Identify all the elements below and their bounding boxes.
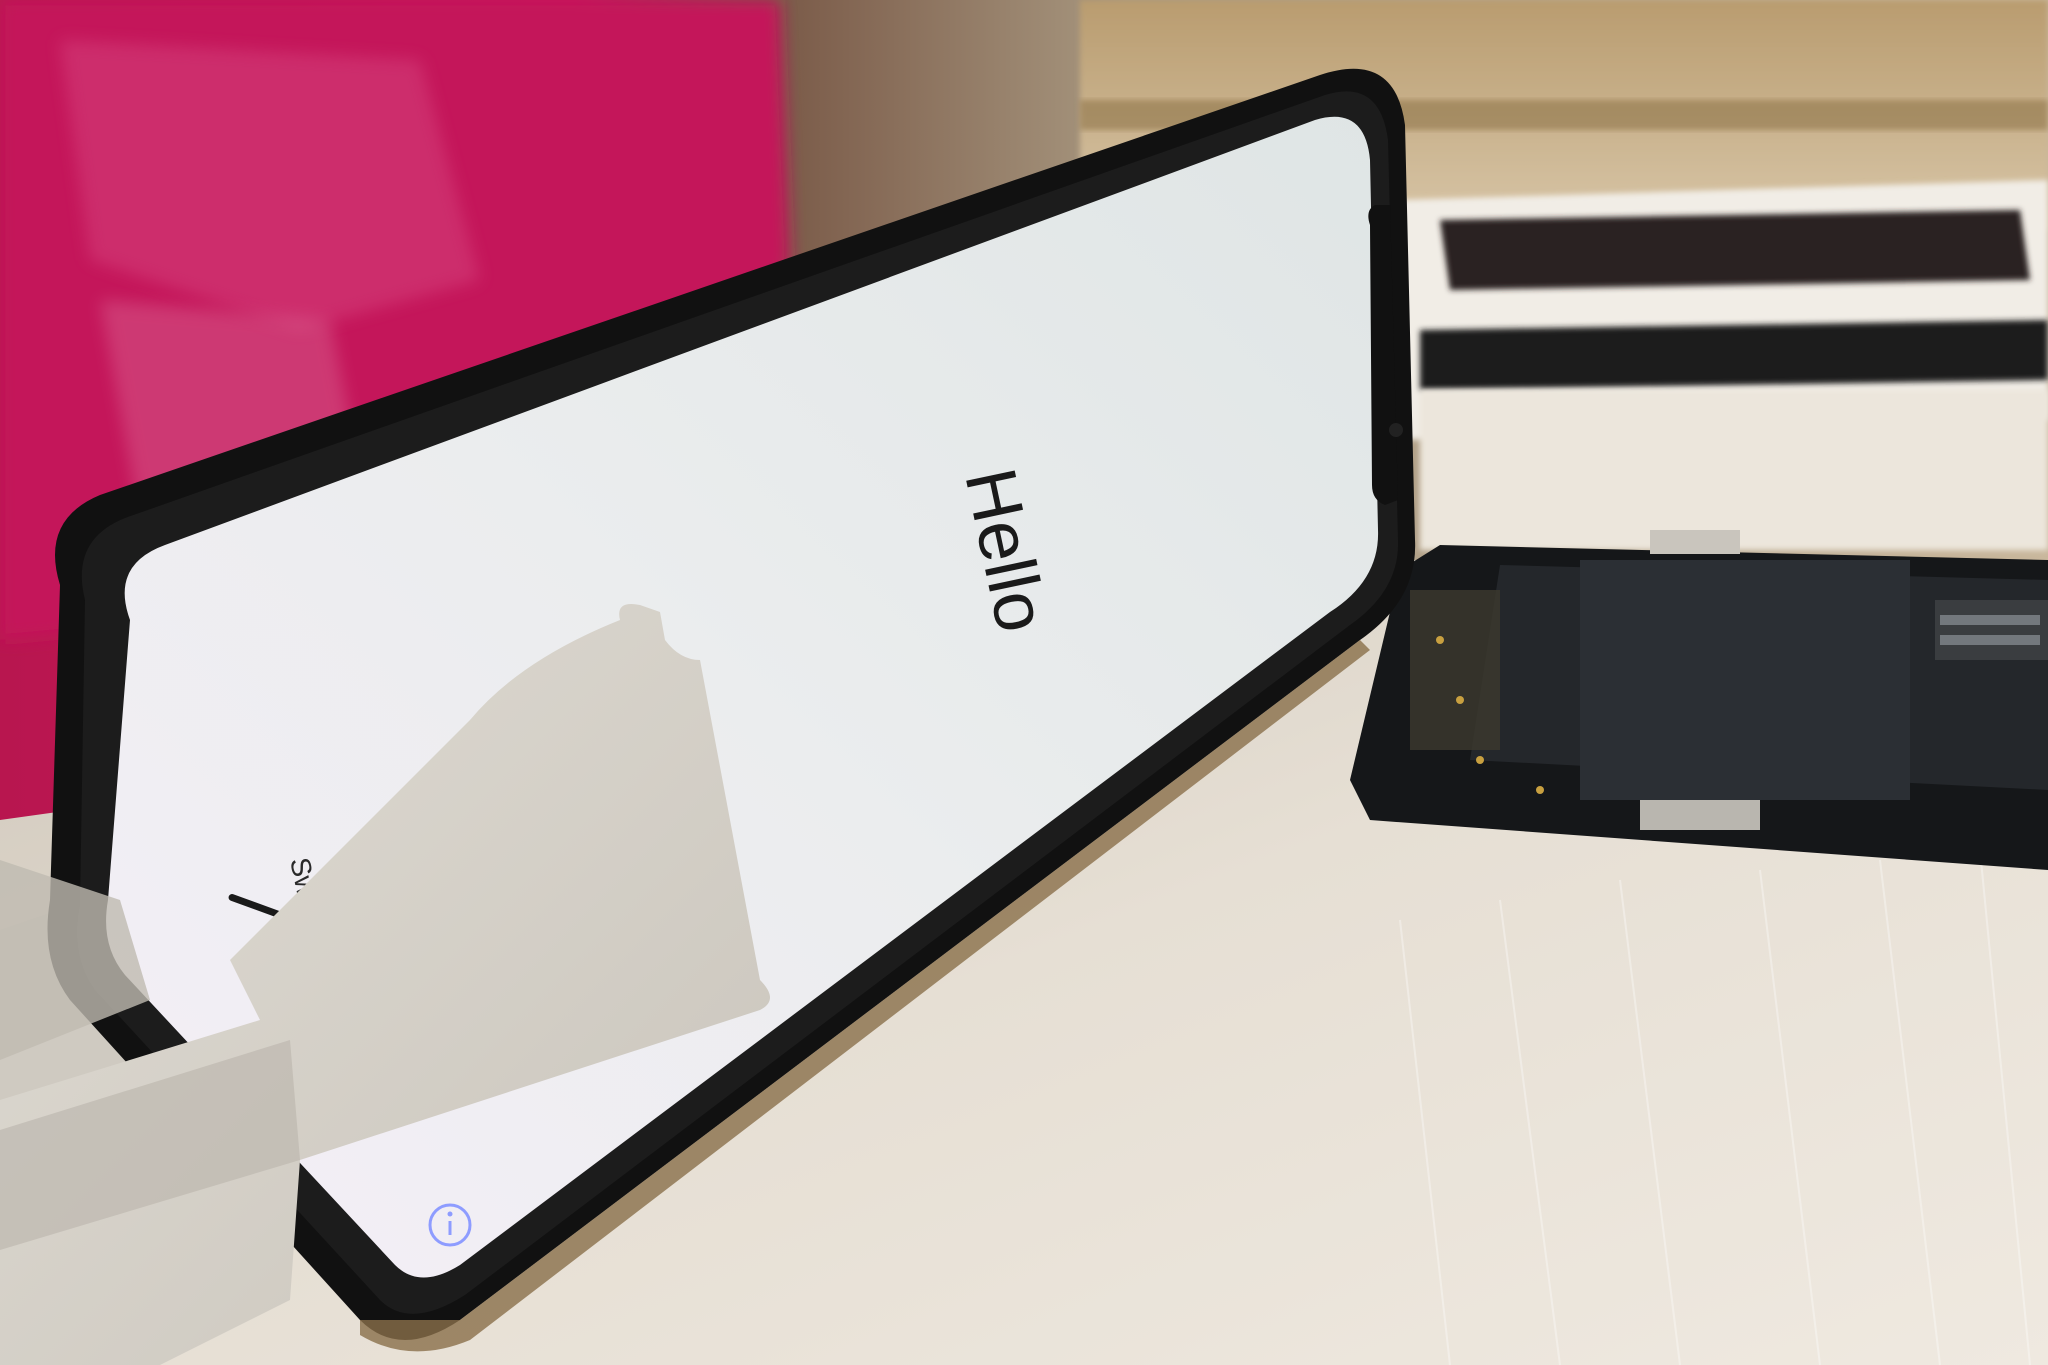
tray-panel bbox=[1420, 320, 2048, 390]
bracket bbox=[1650, 530, 1740, 554]
tray-screen bbox=[1440, 210, 2030, 290]
bracket bbox=[1640, 800, 1760, 830]
pcb-shield bbox=[1580, 560, 1910, 800]
photo-canvas: Hello Swi bbox=[0, 0, 2048, 1365]
pcb-connector bbox=[1935, 600, 2048, 660]
front-camera bbox=[1389, 423, 1403, 437]
opened-phone-panel bbox=[1350, 530, 2048, 870]
tray-body bbox=[1420, 390, 2048, 550]
photo-scene: Hello Swi bbox=[0, 0, 2048, 1365]
